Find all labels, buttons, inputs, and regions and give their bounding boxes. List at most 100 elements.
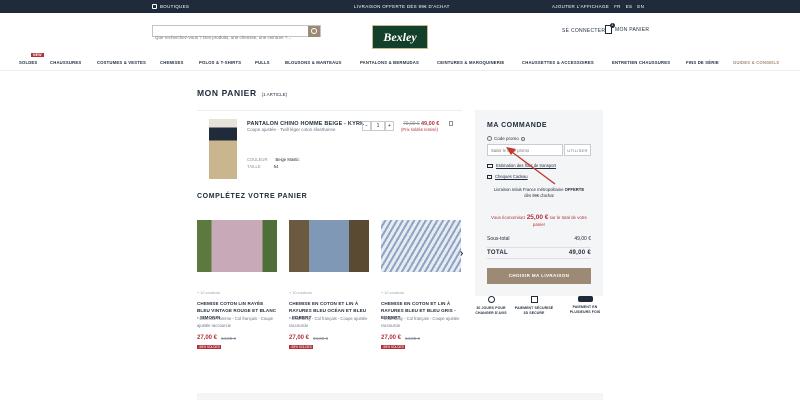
- size-value: 54: [273, 164, 279, 169]
- recommend-image[interactable]: [289, 220, 369, 272]
- savings-pre: Vous économisez: [491, 215, 526, 220]
- page-title: MON PANIER (1 ARTICLE): [197, 88, 287, 98]
- store-icon: [152, 4, 157, 9]
- nav-item-ceintures[interactable]: CEINTURES & MAROQUINERIE: [437, 60, 504, 65]
- promo-code-input[interactable]: [487, 144, 563, 156]
- recommend-desc: - Chemise homme - Col français - Coupe a…: [197, 316, 274, 328]
- cart-count-label: (1 ARTICLE): [261, 92, 288, 97]
- nav-item-pantalons[interactable]: PANTALONS & BERMUDAS: [360, 60, 419, 65]
- summary-divider: [487, 258, 591, 259]
- nav-item-polos[interactable]: POLOS & T-SHIRTS: [199, 60, 241, 65]
- apply-promo-button[interactable]: UTILISER: [564, 144, 591, 156]
- ship-info-text: Livraison relais France métropolitaine: [493, 187, 564, 192]
- carousel-next-icon[interactable]: ›: [460, 248, 463, 259]
- installment-payment-icon: [577, 296, 593, 302]
- recommend-card[interactable]: + 10 couleurs CHEMISE EN COTON ET LIN À …: [381, 220, 461, 360]
- promo-toggle[interactable]: Code promo: [487, 136, 525, 141]
- boutiques-label: BOUTIQUES: [160, 4, 190, 9]
- cart-line-item: PANTALON CHINO HOMME BEIGE - KYRK Coupe …: [197, 110, 462, 184]
- shopping-bag-icon: 1: [605, 23, 615, 34]
- search-button[interactable]: [308, 26, 320, 37]
- sale-badge: -58% SOLDES: [381, 345, 406, 349]
- footer-band: [197, 393, 603, 400]
- cart-link[interactable]: 1 MON PANIER: [605, 23, 650, 34]
- sale-badge: -58% SOLDES: [197, 345, 222, 349]
- reassurance-installments: PAIEMENT EN PLUSIEURS FOIS: [565, 296, 605, 315]
- gift-card-label: Cheques Cadeau: [495, 174, 528, 179]
- lang-en[interactable]: EN: [637, 4, 644, 9]
- savings-message: Vous économisez 25,00 € sur le total de …: [485, 214, 593, 228]
- bexley-logo[interactable]: Bexley: [372, 25, 428, 49]
- recommend-title: COMPLÉTEZ VOTRE PANIER: [197, 193, 308, 200]
- new-badge: NEW: [31, 53, 44, 57]
- cart-count-badge: 1: [610, 23, 615, 28]
- recommend-colors: + 10 couleurs: [381, 291, 404, 295]
- nav-item-entretien[interactable]: ENTRETIEN CHAUSSURES: [612, 60, 670, 65]
- recommend-price-old: 64,00 €: [313, 336, 329, 341]
- lang-es[interactable]: ES: [626, 4, 633, 9]
- quantity-stepper: − 1 +: [362, 121, 394, 131]
- login-link[interactable]: SE CONNECTER: [562, 28, 605, 34]
- total-value: 49,00 €: [568, 250, 591, 256]
- lang-fr[interactable]: FR: [614, 4, 621, 9]
- boutiques-link[interactable]: BOUTIQUES: [152, 4, 189, 9]
- lock-icon: [530, 296, 538, 303]
- order-summary: MA COMMANDE Code promo UTILISER Estimati…: [475, 110, 603, 296]
- recommend-card[interactable]: + 10 couleurs CHEMISE COTON LIN RAYÉE BL…: [197, 220, 277, 360]
- recommend-card[interactable]: + 10 couleurs CHEMISE EN COTON ET LIN À …: [289, 220, 369, 360]
- subtotal-label: Sous-total: [487, 236, 510, 242]
- nav-item-fins-de-serie[interactable]: FINS DE SÉRIE: [686, 60, 719, 65]
- product-subtitle: Coupe ajustée - Twill léger coton élasth…: [247, 127, 336, 132]
- ship-info-bold: OFFERTE: [564, 187, 585, 192]
- nav-item-chaussures[interactable]: CHAUSSURES: [50, 60, 81, 65]
- nav-item-soldes[interactable]: SOLDES: [19, 60, 37, 65]
- recommend-image[interactable]: [381, 220, 461, 272]
- qty-minus-button[interactable]: −: [362, 121, 371, 131]
- recommend-price: 27,00 €: [197, 335, 218, 341]
- cart-label: MON PANIER: [615, 26, 650, 33]
- nav-item-guides[interactable]: GUIDES & CONSEILS: [733, 60, 779, 65]
- color-value: Beige Mastic: [275, 157, 300, 162]
- site-header: Bexley SE CONNECTER 1 MON PANIER: [0, 13, 800, 53]
- shipping-estimate-link[interactable]: Estimation des frais de transport: [487, 163, 556, 168]
- summary-title: MA COMMANDE: [487, 122, 548, 129]
- free-shipping-banner: LIVRAISON OFFERTE DÈS 99€ D'ACHAT: [354, 4, 450, 9]
- info-icon: [520, 136, 525, 141]
- savings-amount: 25,00 €: [526, 214, 549, 221]
- color-row: COULEUR Beige Mastic: [247, 157, 299, 162]
- checkout-button[interactable]: CHOISIR MA LIVRAISON: [487, 268, 591, 284]
- gift-icon: [487, 174, 492, 179]
- reassurance-secure: PAIEMENT SÉCURISÉ 3D SECURE: [514, 296, 554, 316]
- nav-item-chaussettes[interactable]: CHAUSSETTES & ACCESSOIRES: [522, 60, 594, 65]
- reassurance-line: 3D SECURE: [523, 311, 545, 315]
- sale-badge: -58% SOLDES: [289, 345, 314, 349]
- nav-item-pulls[interactable]: PULLS: [255, 60, 270, 65]
- top-right-links: AJOUTER L'AFFICHAGE FR ES EN: [552, 4, 644, 9]
- nav-item-costumes[interactable]: COSTUMES & VESTES: [97, 60, 146, 65]
- radio-icon: [487, 136, 492, 141]
- main-nav: NEW SOLDES CHAUSSURES COSTUMES & VESTES …: [0, 53, 800, 68]
- nav-item-chemises[interactable]: CHEMISES: [160, 60, 183, 65]
- retailer-link[interactable]: AJOUTER L'AFFICHAGE: [552, 4, 609, 9]
- summary-divider: [487, 247, 591, 248]
- product-image[interactable]: [209, 119, 237, 179]
- returns-icon: [487, 296, 495, 303]
- nav-item-blousons[interactable]: BLOUSONS & MANTEAUX: [285, 60, 342, 65]
- recommend-desc: - Chambray - Col français - Coupe ajusté…: [381, 316, 460, 328]
- qty-value[interactable]: 1: [371, 121, 385, 131]
- ship-info-threshold: dès 99€ d'achat: [524, 193, 554, 198]
- gift-card-link[interactable]: Cheques Cadeau: [487, 174, 528, 179]
- top-bar: BOUTIQUES LIVRAISON OFFERTE DÈS 99€ D'AC…: [0, 0, 800, 13]
- shipping-estimate-label: Estimation des frais de transport: [496, 163, 557, 168]
- recommend-image[interactable]: [197, 220, 277, 272]
- search-bar: [152, 25, 321, 43]
- recommend-price: 27,00 €: [289, 335, 310, 341]
- search-input[interactable]: [153, 32, 308, 43]
- product-details: COULEUR Beige Mastic TAILLE 54: [247, 157, 299, 171]
- reassurance-line: CHANGER D'AVIS: [475, 311, 507, 315]
- qty-plus-button[interactable]: +: [385, 121, 394, 131]
- trash-icon[interactable]: [449, 121, 453, 126]
- total-label: TOTAL: [487, 250, 508, 256]
- cart-title: MON PANIER: [197, 88, 257, 98]
- size-row: TAILLE 54: [247, 164, 299, 169]
